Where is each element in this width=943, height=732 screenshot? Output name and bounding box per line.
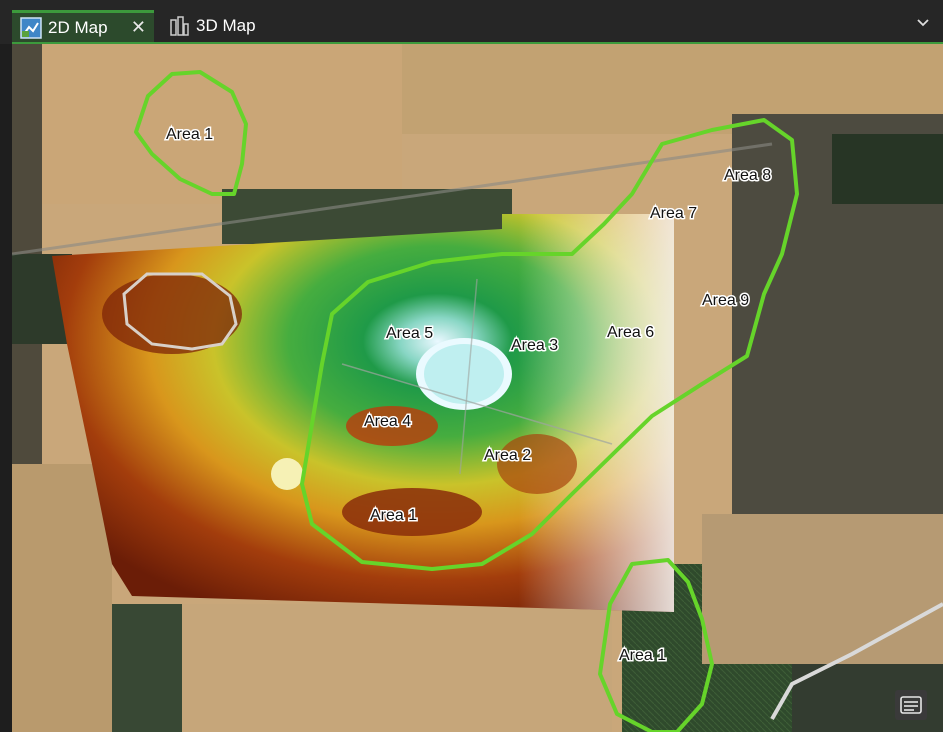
label-area-1-bottom: Area 1 [619, 647, 666, 664]
close-icon[interactable]: ✕ [131, 17, 146, 38]
tab-bar: 2D Map ✕ 3D Map [0, 0, 943, 44]
label-area-2: Area 2 [484, 447, 531, 464]
map-view[interactable]: Area 1 Area 8 Area 7 Area 9 Area 5 Area … [12, 44, 943, 732]
label-area-9: Area 9 [702, 292, 749, 309]
label-area-6: Area 6 [607, 324, 654, 341]
label-area-3: Area 3 [511, 337, 558, 354]
chevron-down-icon[interactable] [915, 14, 931, 30]
map-2d-icon [20, 16, 42, 39]
map-3d-icon [168, 15, 190, 37]
label-area-5: Area 5 [386, 325, 433, 342]
label-area-4: Area 4 [364, 413, 411, 430]
label-area-8: Area 8 [724, 167, 771, 184]
label-area-1-mid: Area 1 [370, 507, 417, 524]
label-area-1-top: Area 1 [166, 126, 213, 143]
tab-2d-map-label: 2D Map [48, 17, 108, 37]
label-area-7: Area 7 [650, 205, 697, 222]
tab-3d-map[interactable]: 3D Map [160, 10, 270, 42]
tab-3d-map-label: 3D Map [196, 16, 256, 35]
legend-button[interactable] [895, 690, 927, 720]
layers-icon [899, 694, 923, 716]
tab-2d-map[interactable]: 2D Map ✕ [12, 10, 154, 42]
